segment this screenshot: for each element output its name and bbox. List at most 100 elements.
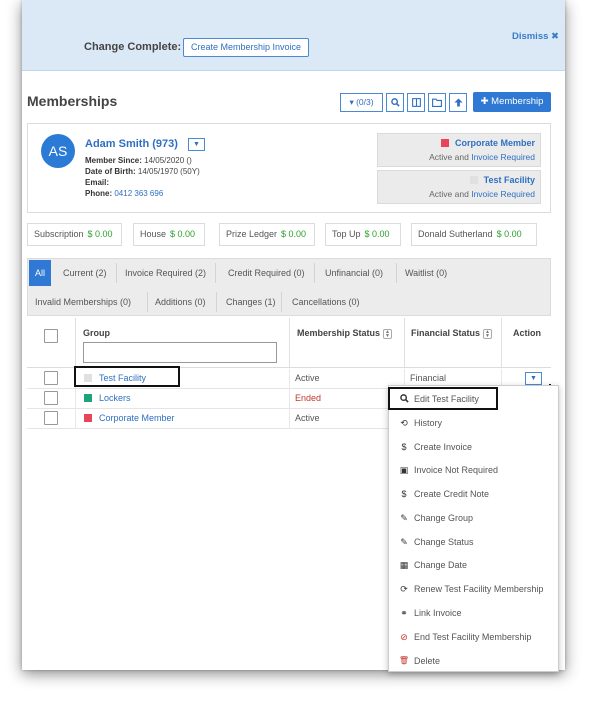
menu-item-create-invoice[interactable]: $ Create Invoice [389,436,560,458]
money-icon: ▣ [399,465,409,475]
refresh-icon: ⟳ [400,584,408,594]
select-all-header [27,318,76,368]
tab-waitlist[interactable]: Waitlist (0) [400,260,452,286]
highlight-box-test-facility [74,366,180,387]
member-name-link[interactable]: Adam Smith (973) [85,138,178,150]
tab-divider [147,292,148,312]
menu-item-change-date[interactable]: ▦ Change Date [389,554,560,576]
group-summary-title[interactable]: Test Facility [469,175,535,185]
link-icon: ⚭ [400,608,408,618]
tab-divider [281,292,282,312]
group-color-swatch [469,176,478,184]
menu-item-renew-membership[interactable]: ⟳ Renew Test Facility Membership [389,578,560,600]
scroll-up-button[interactable] [449,93,467,112]
calendar-icon: ▦ [399,560,409,570]
menu-item-delete[interactable]: 🗑 Delete [389,650,560,672]
financial-status-header[interactable]: Financial Status ▲ ▼ [405,318,502,368]
create-membership-invoice-button[interactable]: Create Membership Invoice [183,38,310,57]
row-checkbox[interactable] [44,371,58,385]
banner-label: Change Complete: [84,41,182,53]
dismiss-link[interactable]: Dismiss ✖ [512,31,559,42]
columns-icon [411,98,421,107]
member-options-dropdown[interactable]: ▼ [188,138,205,151]
menu-item-link-invoice[interactable]: ⚭ Link Invoice [389,602,560,624]
search-icon [398,388,410,410]
change-complete-banner: Change Complete: Create Membership Invoi… [22,0,565,71]
dollar-icon: $ [401,489,407,499]
sort-icon[interactable]: ▲ ▼ [483,329,493,339]
tab-invoice-required[interactable]: Invoice Required (2) [120,260,211,286]
action-header: Action [502,318,551,368]
account-subscription[interactable]: Subscription $ 0.00 [27,223,122,246]
page-title: Memberships [27,93,118,109]
history-icon: ⟲ [400,418,408,428]
member-dob: Date of Birth: 14/05/1970 (50Y) [85,167,200,176]
group-summary-status: Active and Invoice Required [429,189,535,199]
action-header-label: Action [513,328,541,338]
trash-icon: 🗑 [398,656,410,665]
invoice-required-link[interactable]: Invoice Required [471,152,535,162]
sort-icon[interactable]: ▲ ▼ [383,329,393,339]
group-summary-test-facility: Test Facility Active and Invoice Require… [377,170,541,204]
group-header: Group [76,318,290,368]
ban-icon: ⊘ [400,632,408,642]
menu-item-create-credit-note[interactable]: $ Create Credit Note [389,483,560,505]
row-action-dropdown[interactable]: ▼ [525,372,542,385]
tab-invalid-memberships[interactable]: Invalid Memberships (0) [30,289,136,315]
account-donald-sutherland[interactable]: Donald Sutherland $ 0.00 [411,223,537,246]
select-all-checkbox[interactable] [44,329,58,343]
menu-item-edit-test-facility[interactable]: Edit Test Facility [389,388,560,410]
group-link[interactable]: Corporate Member [99,413,175,423]
pencil-icon: ✎ [400,513,408,523]
account-top-up[interactable]: Top Up $ 0.00 [325,223,401,246]
phone-link[interactable]: 0412 363 696 [114,189,163,198]
pencil-icon: ✎ [400,537,408,547]
app-window: Change Complete: Create Membership Invoi… [22,0,565,672]
account-house[interactable]: House $ 0.00 [133,223,205,246]
tab-current[interactable]: Current (2) [58,260,112,286]
group-summary-title[interactable]: Corporate Member [440,138,535,148]
filter-dropdown[interactable]: ▾ (0/3) [340,93,383,112]
tab-unfinancial[interactable]: Unfinancial (0) [320,260,388,286]
group-summary-corporate-member: Corporate Member Active and Invoice Requ… [377,133,541,167]
group-link[interactable]: Lockers [99,393,131,403]
arrow-up-icon [453,98,463,107]
search-button[interactable] [386,93,404,112]
menu-item-end-membership[interactable]: ⊘ End Test Facility Membership [389,626,560,648]
membership-status-label: Membership Status [297,328,381,338]
tab-divider [215,263,216,283]
menu-item-change-status[interactable]: ✎ Change Status [389,531,560,553]
add-membership-button[interactable]: ✚ Membership [473,92,551,112]
group-header-label: Group [83,328,110,338]
tab-credit-required[interactable]: Credit Required (0) [223,260,310,286]
member-phone: Phone: 0412 363 696 [85,189,164,198]
membership-tabs: All Current (2) Invoice Required (2) Cre… [27,258,551,316]
folder-button[interactable] [428,93,446,112]
financial-status-label: Financial Status [411,328,481,338]
tab-divider [314,263,315,283]
row-checkbox[interactable] [44,411,58,425]
member-since: Member Since: 14/05/2020 () [85,156,192,165]
row-action-menu: Edit Test Facility ⟲ History $ Create Invo… [388,385,559,672]
menu-item-invoice-not-required[interactable]: ▣ Invoice Not Required [389,459,560,481]
account-prize-ledger[interactable]: Prize Ledger $ 0.00 [219,223,315,246]
menu-item-change-group[interactable]: ✎ Change Group [389,507,560,529]
invoice-required-link[interactable]: Invoice Required [471,189,535,199]
folder-icon [432,98,442,107]
menu-item-history[interactable]: ⟲ History [389,412,560,434]
group-summary-status: Active and Invoice Required [429,152,535,162]
tab-divider [116,263,117,283]
avatar: AS [41,134,75,168]
tab-additions[interactable]: Additions (0) [150,289,211,315]
tab-changes[interactable]: Changes (1) [221,289,281,315]
dollar-icon: $ [401,442,407,452]
membership-status-header[interactable]: Membership Status ▲ ▼ [290,318,405,368]
tab-cancellations[interactable]: Cancellations (0) [287,289,365,315]
group-filter-input[interactable] [83,342,277,363]
tab-divider [216,292,217,312]
row-checkbox[interactable] [44,391,58,405]
tab-all[interactable]: All [29,260,51,286]
member-email: Email: [85,178,110,187]
group-color-swatch [84,394,92,402]
columns-button[interactable] [407,93,425,112]
